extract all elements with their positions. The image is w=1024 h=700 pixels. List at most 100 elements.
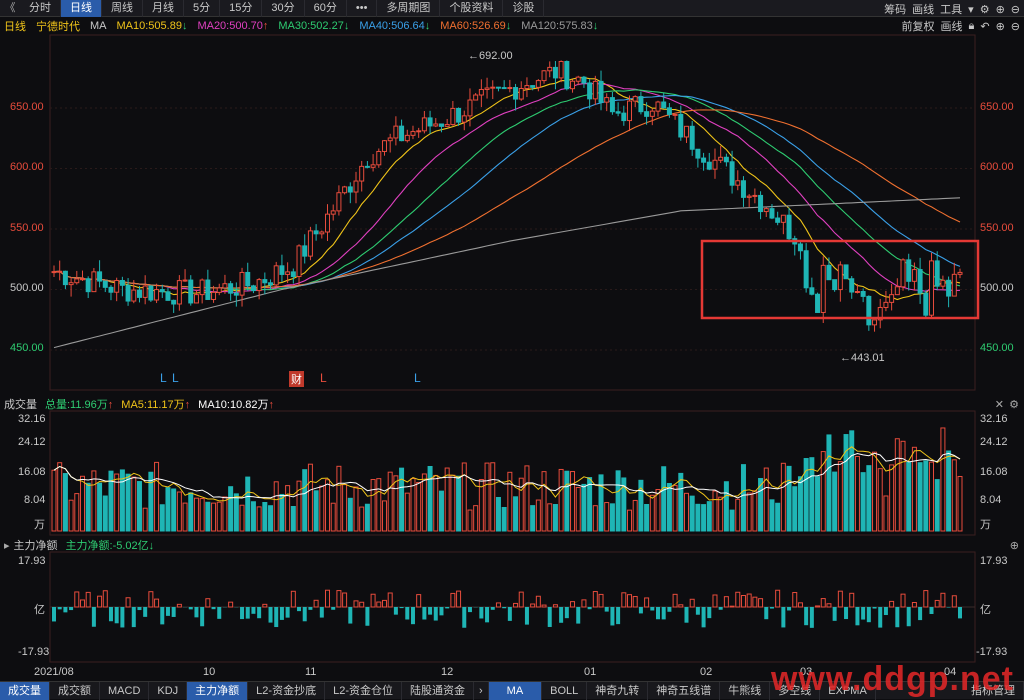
tab-main-flow[interactable]: 主力净额 [187,682,248,700]
candle-body [183,280,187,281]
candle-body [405,135,409,140]
chevron-down-icon[interactable]: ▾ [968,3,974,16]
candle-body [696,149,700,158]
volume-bar [787,466,791,531]
tab-northbound[interactable]: 陆股通资金 [402,682,474,700]
flow-bar [115,607,119,623]
candle-body [80,279,84,280]
tab-ma[interactable]: MA [489,682,543,700]
volume-bar [371,480,375,531]
zoom-in-icon[interactable]: ⊕ [996,3,1005,16]
volume-bar [952,460,956,531]
volume-bar [354,487,358,531]
earnings-marker[interactable]: 财 [289,371,304,387]
tab-five-lines[interactable]: 神奇五线谱 [648,682,720,700]
flow-title[interactable]: 主力净额 [14,537,58,553]
flow-bar [491,607,495,610]
candle-body [741,181,745,198]
tab-macd[interactable]: MACD [100,682,149,700]
settings-icon[interactable]: ⚙ [1009,398,1019,411]
candle-body [610,98,614,112]
tab-intraday[interactable]: 分时 [20,0,61,17]
flow-bar [810,607,814,628]
flow-bar [149,592,153,607]
volume-bar [166,488,170,531]
volume-bar [514,497,518,531]
candle-body [645,112,649,117]
back-icon[interactable]: 《 [0,0,20,17]
volume-title[interactable]: 成交量 [4,396,37,412]
flow-y-bottom: -17.93 [976,646,1007,658]
settings-icon[interactable]: ⚙ [980,3,990,16]
flow-bar [707,607,711,618]
tab-l2-position[interactable]: L2-资金仓位 [325,682,402,700]
close-icon[interactable]: ✕ [995,398,1004,411]
stock-info-button[interactable]: 个股资料 [440,0,503,17]
flow-bar [58,607,62,609]
tab-monthly[interactable]: 月线 [143,0,184,17]
diagnose-button[interactable]: 诊股 [503,0,544,17]
flow-bar [286,607,290,618]
chevron-right-icon[interactable]: › [474,682,489,700]
volume-bar [901,441,905,531]
flow-bar [269,607,273,623]
volume-bar [867,466,871,531]
candle-body [861,291,865,296]
volume-bar [246,477,250,531]
add-icon[interactable]: ⊕ [1010,539,1019,552]
tab-boll[interactable]: BOLL [542,682,587,700]
tab-volume[interactable]: 成交量 [0,682,50,700]
tab-daily[interactable]: 日线 [61,0,102,17]
candle-body [411,132,415,136]
candle-body [86,279,90,292]
tab-30min[interactable]: 30分 [262,0,304,17]
flow-bar [696,607,700,615]
volume-bar [764,468,768,531]
candle-body [639,97,643,112]
tools-menu[interactable]: 工具 [940,1,962,17]
flow-bar [109,607,113,621]
tab-bull-bear[interactable]: 牛熊线 [720,682,770,700]
collapse-icon[interactable]: ▸ [4,539,10,552]
x-tick: 12 [441,666,453,678]
candle-body [941,280,945,286]
flow-y-top: 17.93 [18,555,46,567]
tab-weekly[interactable]: 周线 [102,0,143,17]
tab-15min[interactable]: 15分 [220,0,262,17]
flow-bar [690,599,694,607]
volume-bar [679,473,683,531]
tab-l2-bottom[interactable]: L2-资金抄底 [248,682,325,700]
flow-bar [719,607,723,610]
tab-nine-turn[interactable]: 神奇九转 [587,682,648,700]
candle-body [320,232,324,234]
tab-kdj[interactable]: KDJ [149,682,187,700]
zoom-out-icon[interactable]: ⊖ [1011,3,1020,16]
candle-body [137,290,141,297]
multi-period-button[interactable]: 多周期图 [377,0,440,17]
kline-chart[interactable] [0,17,1024,681]
tab-60min[interactable]: 60分 [305,0,347,17]
volume-bar [417,482,421,531]
volume-bar [200,499,204,531]
tab-turnover[interactable]: 成交额 [50,682,100,700]
top-toolbar: 《 分时 日线 周线 月线 5分 15分 30分 60分 ••• 多周期图 个股… [0,0,1024,17]
volume-bar [890,465,894,531]
flow-bar [177,604,181,607]
flow-bar [582,600,586,607]
candle-body [422,118,426,131]
flow-bar [838,591,842,607]
tab-5min[interactable]: 5分 [184,0,220,17]
flow-bar [878,607,882,628]
flow-bar [673,594,677,607]
chips-button[interactable]: 筹码 [884,1,906,17]
flow-panel-header: ▸ 主力净额 主力净额:-5.02亿↓ ⊕ [0,537,1024,553]
flow-bar [80,600,84,607]
candle-body [240,272,244,295]
flow-bar [257,607,261,618]
flow-y-mid: 亿 [34,601,45,617]
more-periods-button[interactable]: ••• [347,0,378,17]
flow-bar [280,607,284,620]
draw-line-button[interactable]: 画线 [912,1,934,17]
volume-bar [474,506,478,531]
flow-bar [890,601,894,607]
